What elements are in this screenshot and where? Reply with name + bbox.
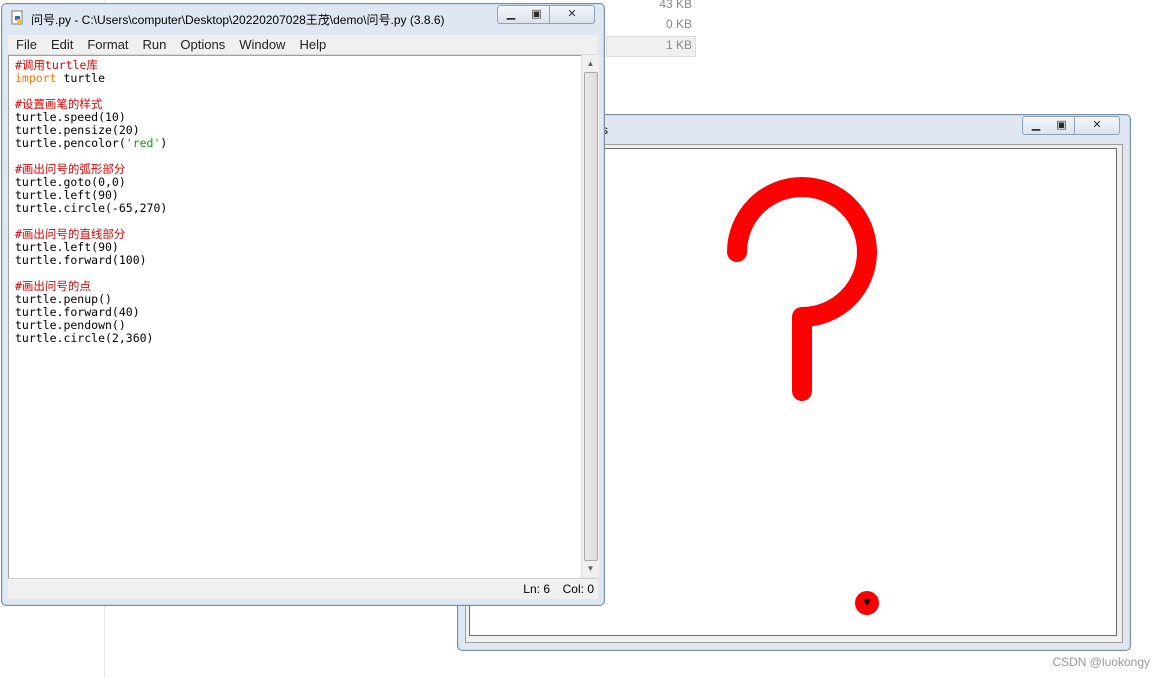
status-line: Ln: 6 xyxy=(523,582,550,596)
idle-close-button[interactable]: ✕ xyxy=(550,5,595,24)
code-token: turtle.forward(100) xyxy=(15,253,147,267)
close-icon: ✕ xyxy=(567,8,577,20)
scrollbar-thumb[interactable] xyxy=(584,72,598,561)
code-token: #设置画笔的样式 xyxy=(15,97,103,111)
menu-file[interactable]: File xyxy=(8,35,44,54)
code-token: turtle.speed(10) xyxy=(15,110,126,124)
idle-editor-window[interactable]: 问号.py - C:\Users\computer\Desktop\202202… xyxy=(1,3,605,606)
maximize-button[interactable]: ▣ xyxy=(1049,116,1075,135)
idle-window-title: 问号.py - C:\Users\computer\Desktop\202202… xyxy=(31,13,445,27)
idle-statusbar: Ln: 6 Col: 0 xyxy=(8,578,598,599)
close-icon: ✕ xyxy=(1092,119,1102,131)
code-line[interactable]: turtle.circle(-65,270) xyxy=(15,202,167,215)
idle-menubar: File Edit Format Run Options Window Help xyxy=(8,35,598,55)
maximize-icon: ▣ xyxy=(531,8,542,20)
minimize-icon: ▁ xyxy=(506,8,516,20)
menu-options[interactable]: Options xyxy=(173,35,232,54)
file-size-2: 0 KB xyxy=(665,17,692,31)
scroll-up-icon[interactable]: ▲ xyxy=(582,55,599,72)
code-token: #画出问号的直线部分 xyxy=(15,227,126,241)
code-token: turtle.left(90) xyxy=(15,188,119,202)
code-editor[interactable]: #调用turtle库 import turtle #设置画笔的样式 turtle.sp… xyxy=(8,55,581,578)
idle-maximize-button[interactable]: ▣ xyxy=(524,5,550,24)
code-token: #画出问号的弧形部分 xyxy=(15,162,126,176)
code-token: import xyxy=(15,71,57,85)
code-token: turtle.pencolor( xyxy=(15,136,126,150)
menu-run[interactable]: Run xyxy=(136,35,174,54)
code-token: turtle.circle(-65,270) xyxy=(15,201,168,215)
idle-titlebar[interactable]: 问号.py - C:\Users\computer\Desktop\202202… xyxy=(2,4,604,31)
code-token: 'red' xyxy=(125,136,161,150)
code-token: turtle xyxy=(56,71,106,85)
python-file-icon xyxy=(11,10,23,25)
code-token: ) xyxy=(160,136,168,150)
code-line[interactable]: turtle.forward(100) xyxy=(15,254,167,267)
menu-help[interactable]: Help xyxy=(292,35,333,54)
close-button[interactable]: ✕ xyxy=(1075,116,1120,135)
code-line[interactable]: import turtle xyxy=(15,72,167,85)
vertical-scrollbar[interactable]: ▲ ▼ xyxy=(581,55,599,577)
file-size-1: 43 KB xyxy=(659,0,692,11)
code-token: turtle.forward(40) xyxy=(15,305,140,319)
code-text[interactable]: #调用turtle库 import turtle #设置画笔的样式 turtle.sp… xyxy=(15,59,167,345)
menu-edit[interactable]: Edit xyxy=(44,35,80,54)
code-token: turtle.pensize(20) xyxy=(15,123,140,137)
code-token: turtle.circle(2,360) xyxy=(15,331,154,345)
code-token: turtle.pendown() xyxy=(15,318,126,332)
code-line[interactable]: turtle.pencolor('red') xyxy=(15,137,167,150)
minimize-button[interactable]: ▁ xyxy=(1022,116,1050,135)
minimize-icon: ▁ xyxy=(1031,119,1041,131)
scroll-down-icon[interactable]: ▼ xyxy=(582,560,599,577)
status-column: Col: 0 xyxy=(562,582,594,596)
watermark: CSDN @luokongy xyxy=(1052,655,1150,669)
idle-minimize-button[interactable]: ▁ xyxy=(497,5,525,24)
code-token: turtle.left(90) xyxy=(15,240,119,254)
code-token: #画出问号的点 xyxy=(15,279,91,293)
code-token: turtle.goto(0,0) xyxy=(15,175,126,189)
menu-window[interactable]: Window xyxy=(232,35,292,54)
code-line[interactable]: turtle.circle(2,360) xyxy=(15,332,167,345)
file-size-3: 1 KB xyxy=(665,38,692,52)
question-mark-arc xyxy=(727,177,877,401)
code-token: turtle.penup() xyxy=(15,292,112,306)
code-token: #调用turtle库 xyxy=(15,58,98,72)
menu-format[interactable]: Format xyxy=(80,35,135,54)
maximize-icon: ▣ xyxy=(1056,119,1067,131)
